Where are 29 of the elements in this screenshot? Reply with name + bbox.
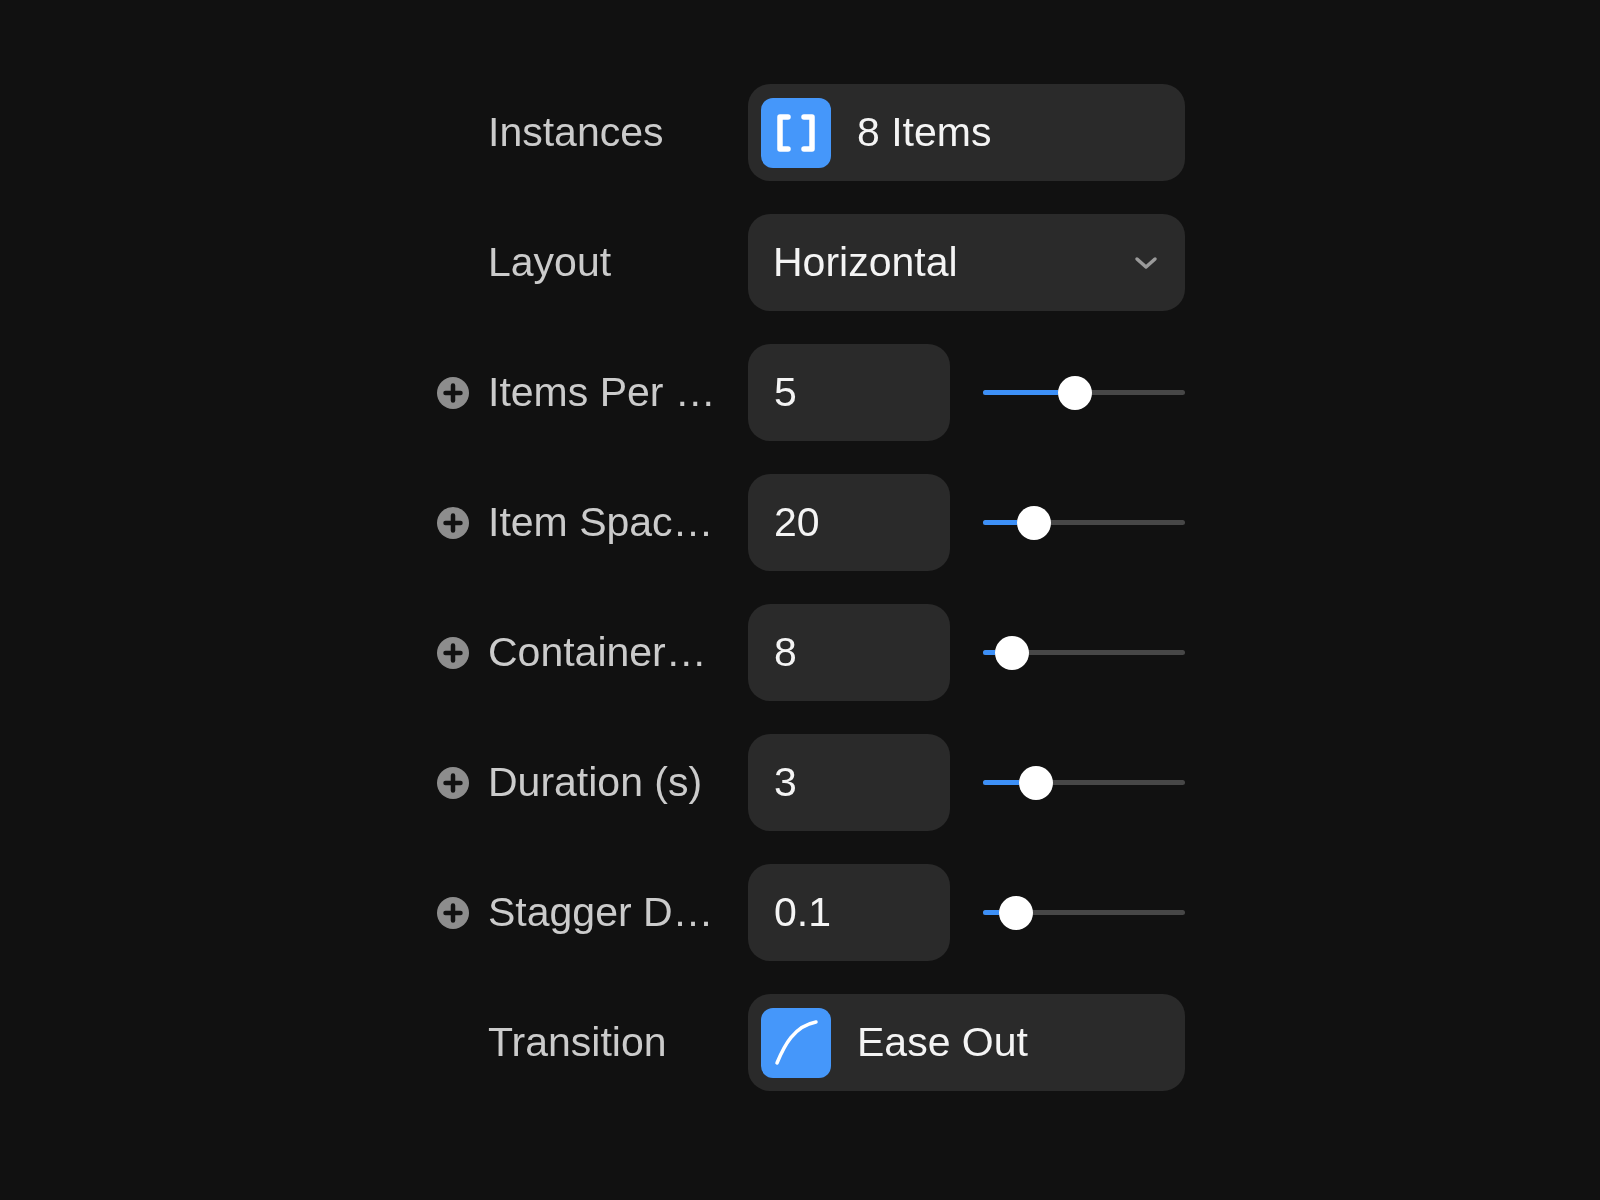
field-label: Transition xyxy=(488,1018,667,1065)
instances-button[interactable]: 8 Items xyxy=(748,84,1185,181)
plus-icon[interactable] xyxy=(437,636,469,669)
field-label: Instances xyxy=(488,108,664,155)
plus-icon[interactable] xyxy=(437,376,469,409)
slider-thumb[interactable] xyxy=(999,895,1034,930)
number-field[interactable]: 5 xyxy=(748,344,950,441)
slider-thumb[interactable] xyxy=(995,635,1030,670)
number-field[interactable]: 8 xyxy=(748,604,950,701)
field-label: Stagger D… xyxy=(488,888,714,935)
slider-thumb[interactable] xyxy=(1057,375,1092,410)
field-label: Duration (s) xyxy=(488,758,703,805)
slider-thumb[interactable] xyxy=(1019,765,1054,800)
transition-button[interactable]: Ease Out xyxy=(748,994,1185,1091)
plus-icon[interactable] xyxy=(437,506,469,539)
curve-icon xyxy=(761,1007,831,1078)
field-label: Layout xyxy=(488,238,612,285)
field-label: Items Per … xyxy=(488,368,716,415)
number-field[interactable]: 3 xyxy=(748,734,950,831)
layout-dropdown[interactable]: Horizontal xyxy=(748,214,1185,311)
field-label: Container… xyxy=(488,628,707,675)
plus-icon[interactable] xyxy=(437,766,469,799)
slider-thumb[interactable] xyxy=(1017,505,1052,540)
chevron-down-icon xyxy=(1134,255,1158,270)
bracket-icon xyxy=(761,97,831,168)
number-field[interactable]: 0.1 xyxy=(748,864,950,961)
plus-icon[interactable] xyxy=(437,896,469,929)
field-label: Item Spac… xyxy=(488,498,714,545)
number-field[interactable]: 20 xyxy=(748,474,950,571)
